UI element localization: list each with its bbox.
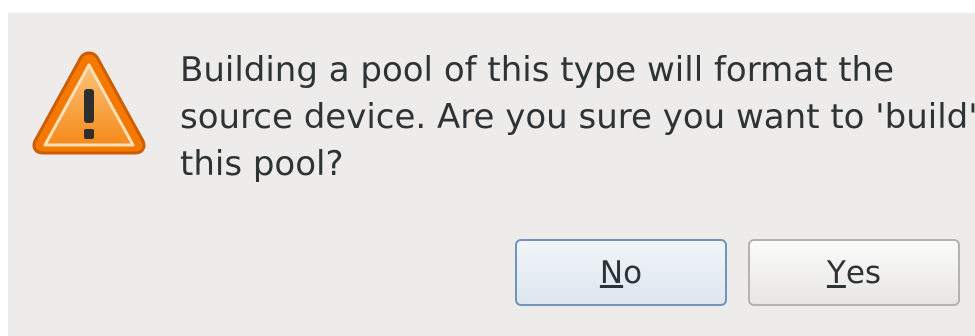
no-button[interactable]: No: [515, 239, 727, 306]
yes-button[interactable]: Yes: [748, 239, 960, 306]
no-button-label: o: [623, 254, 643, 291]
yes-button-mnemonic: Y: [826, 254, 846, 291]
message-line: Building a pool of this type will format…: [180, 50, 894, 90]
no-button-mnemonic: N: [599, 254, 624, 291]
yes-button-label: es: [845, 254, 882, 291]
warning-icon: [32, 51, 146, 155]
confirm-dialog: Building a pool of this type will format…: [8, 13, 975, 336]
dialog-message: Building a pool of this type will format…: [180, 47, 975, 188]
message-line: source device. Are you sure you want to …: [180, 97, 975, 137]
message-line: this pool?: [180, 144, 344, 184]
